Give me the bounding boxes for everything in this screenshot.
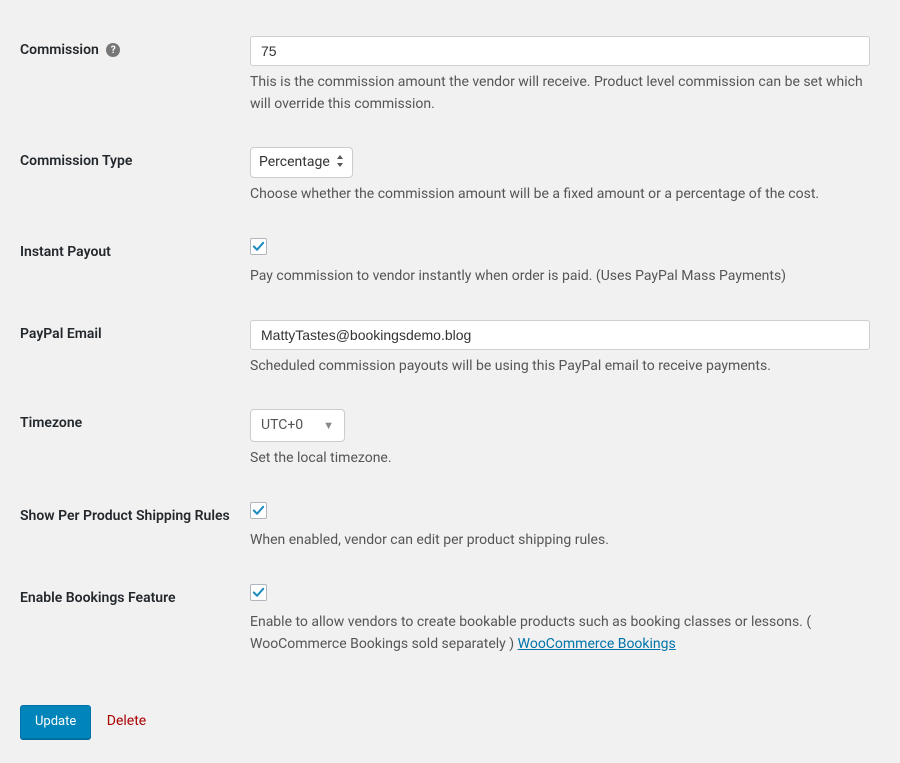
instant-payout-checkbox[interactable] <box>250 238 267 255</box>
delete-button[interactable]: Delete <box>107 705 146 738</box>
shipping-rules-checkbox[interactable] <box>250 502 267 519</box>
commission-type-help: Choose whether the commission amount wil… <box>250 184 870 206</box>
paypal-email-help: Scheduled commission payouts will be usi… <box>250 356 870 378</box>
update-button[interactable]: Update <box>20 705 91 739</box>
actions-row: Update Delete <box>20 701 880 743</box>
chevron-down-icon: ▼ <box>323 418 334 435</box>
instant-payout-help: Pay commission to vendor instantly when … <box>250 266 870 288</box>
commission-help: This is the commission amount the vendor… <box>250 72 870 115</box>
paypal-email-input[interactable] <box>250 320 870 350</box>
enable-bookings-checkbox[interactable] <box>250 584 267 601</box>
commission-label-text: Commission <box>20 42 99 58</box>
timezone-help: Set the local timezone. <box>250 448 870 470</box>
shipping-rules-help: When enabled, vendor can edit per produc… <box>250 530 870 552</box>
commission-type-value: Percentage <box>259 152 330 173</box>
help-icon[interactable]: ? <box>106 43 120 57</box>
paypal-email-label: PayPal Email <box>20 304 240 394</box>
instant-payout-label: Instant Payout <box>20 222 240 304</box>
commission-type-label: Commission Type <box>20 131 240 222</box>
enable-bookings-help: Enable to allow vendors to create bookab… <box>250 612 870 655</box>
enable-bookings-label: Enable Bookings Feature <box>20 568 240 671</box>
timezone-value: UTC+0 <box>261 415 303 436</box>
timezone-select[interactable]: UTC+0 ▼ <box>250 409 345 442</box>
timezone-label: Timezone <box>20 393 240 486</box>
commission-label: Commission ? <box>20 20 240 131</box>
sort-icon <box>336 154 344 172</box>
commission-type-select[interactable]: Percentage <box>250 147 353 178</box>
settings-form: Commission ? This is the commission amou… <box>20 20 880 671</box>
shipping-rules-label: Show Per Product Shipping Rules <box>20 486 240 568</box>
woocommerce-bookings-link[interactable]: WooCommerce Bookings <box>518 636 676 652</box>
commission-input[interactable] <box>250 36 870 66</box>
